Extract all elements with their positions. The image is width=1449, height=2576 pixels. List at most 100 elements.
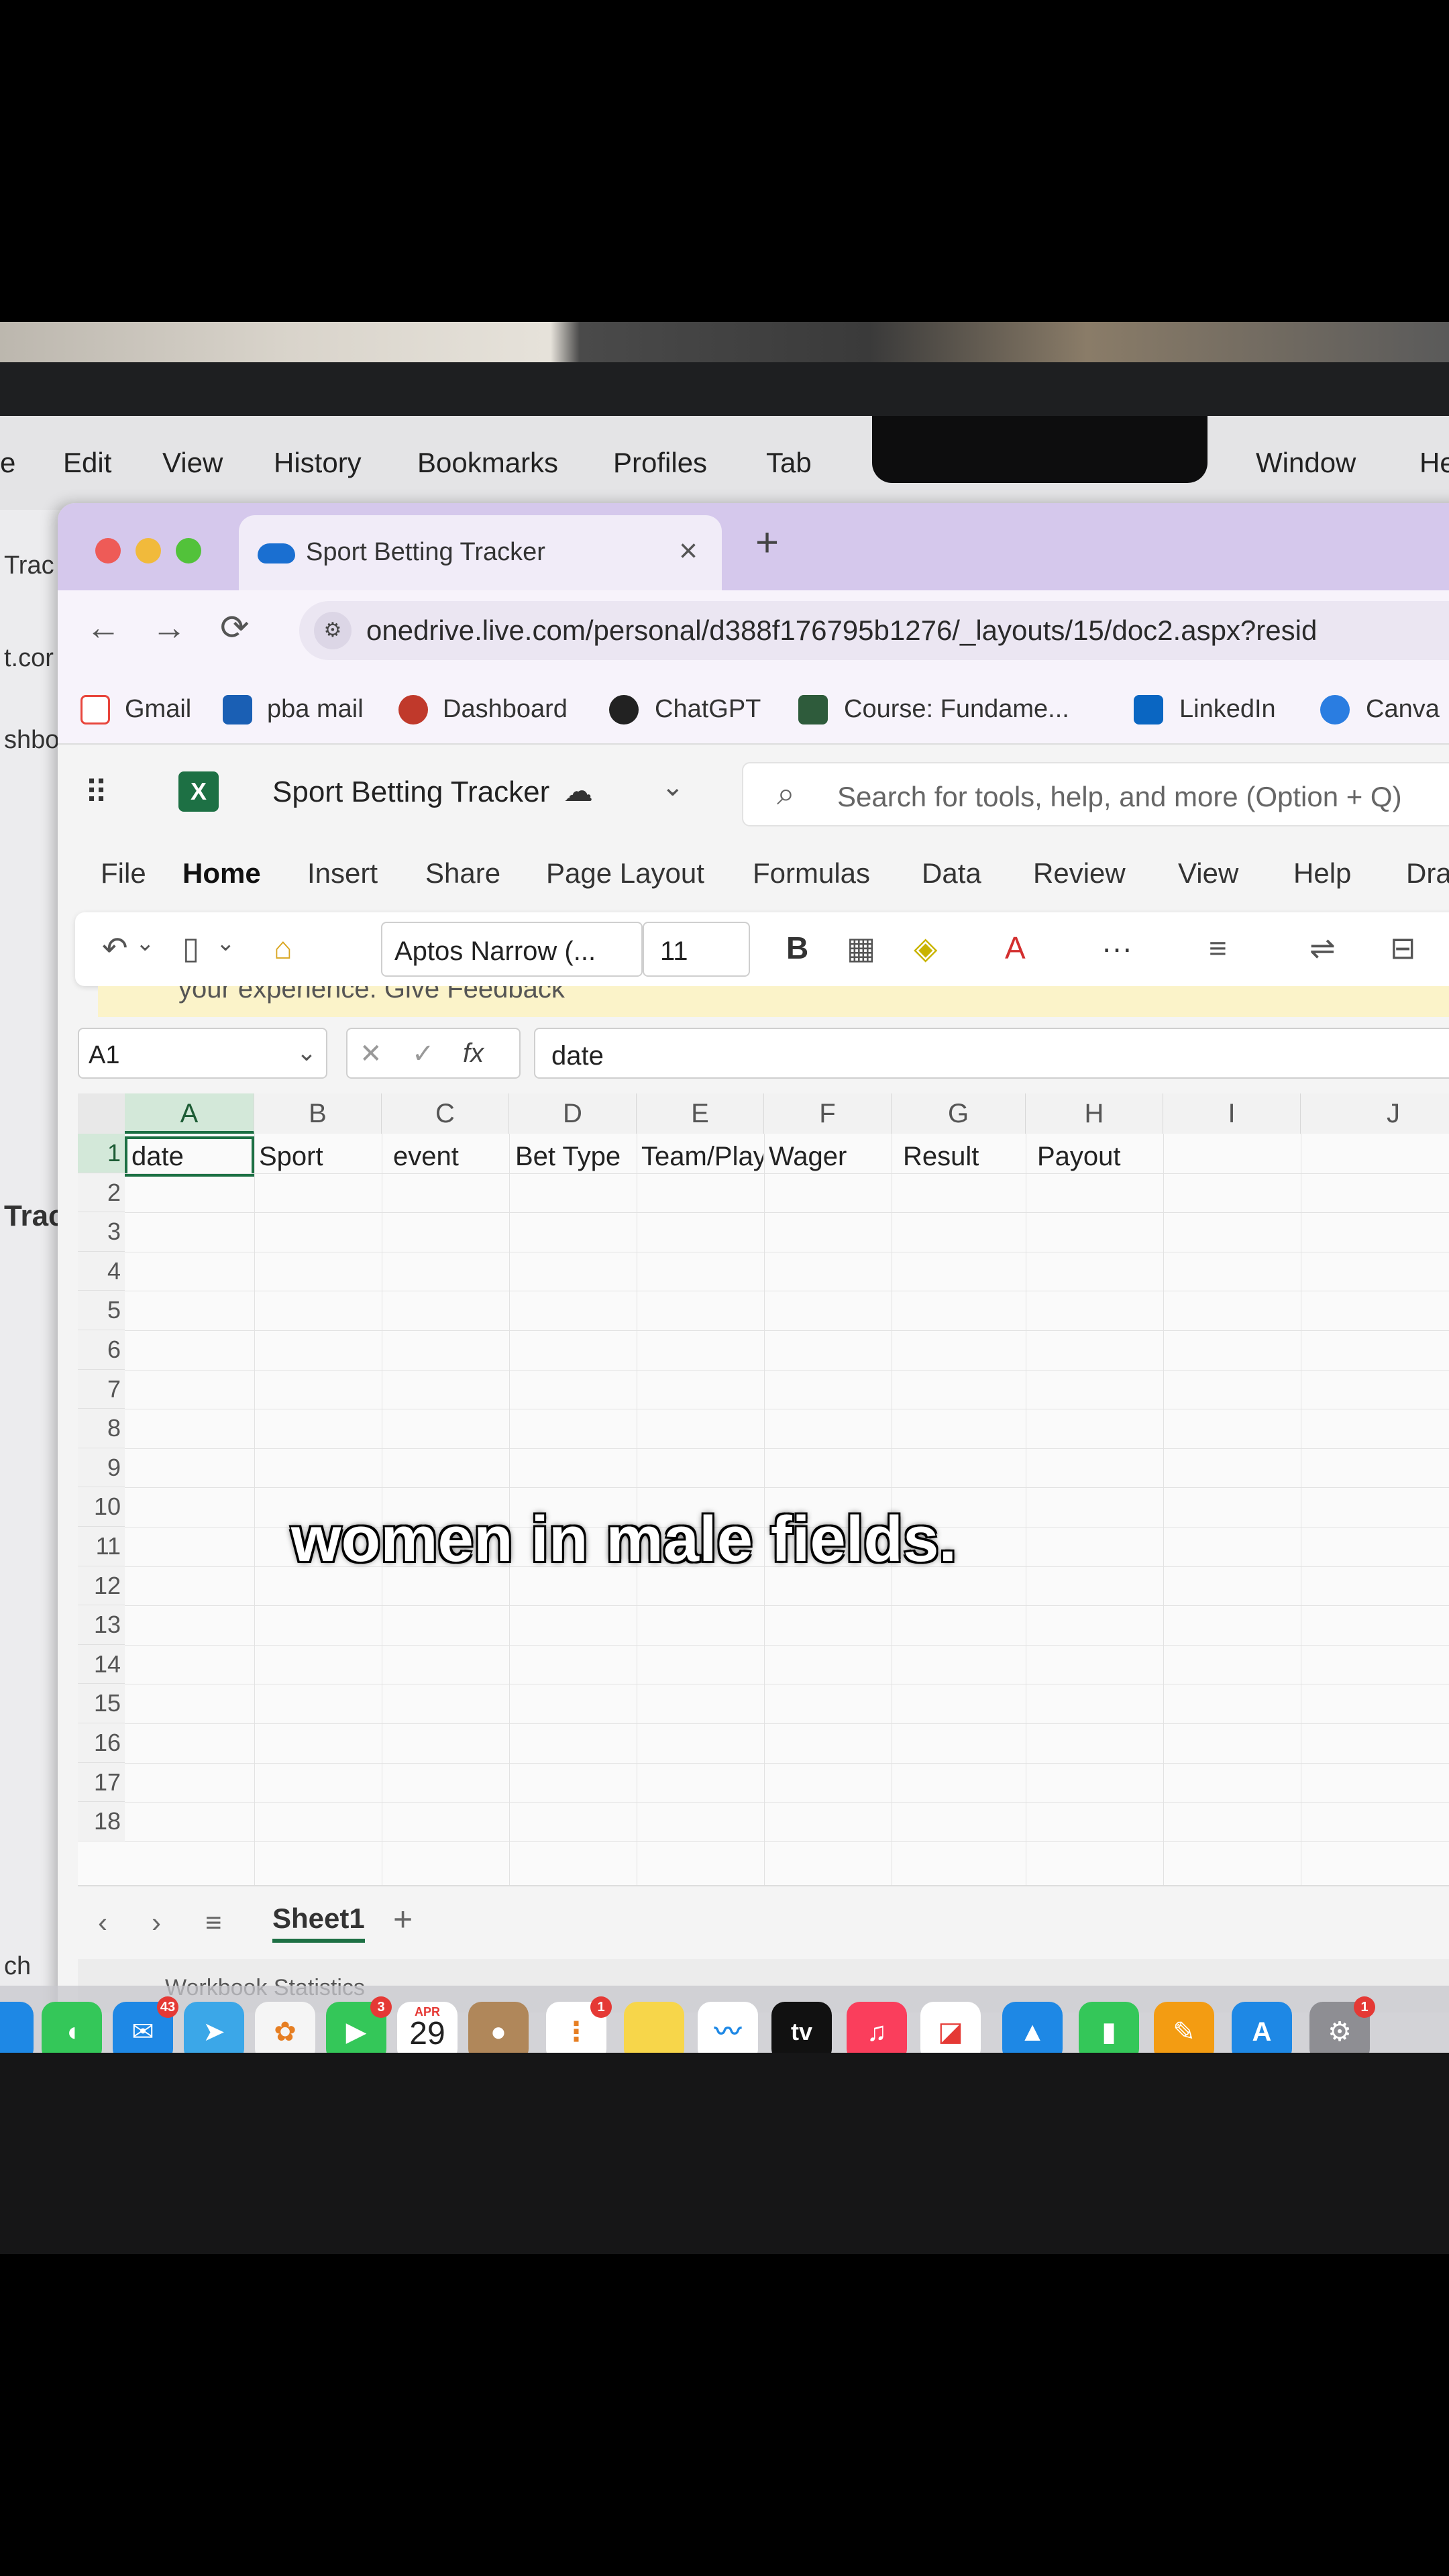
column-header-f[interactable]: F	[764, 1093, 892, 1134]
column-header-d[interactable]: D	[509, 1093, 637, 1134]
prev-sheet-chevron-icon[interactable]: ‹	[98, 1907, 107, 1939]
bookmark-chatgpt[interactable]: ChatGPT	[655, 695, 761, 724]
dock-freeform-icon[interactable]: 〰	[698, 2002, 758, 2053]
menu-item-window[interactable]: Window	[1256, 447, 1356, 479]
menu-item-profiles[interactable]: Profiles	[613, 447, 707, 479]
dock-contacts-icon[interactable]: ●	[468, 2002, 529, 2053]
dock-photos-icon[interactable]: ✿	[255, 2002, 315, 2053]
title-dropdown-chevron-icon[interactable]: ⌄	[661, 771, 684, 802]
bookmark-dashboard[interactable]: Dashboard	[443, 695, 568, 724]
dock-facetime-icon[interactable]: ▶ 3	[326, 1996, 392, 2053]
font-size-select[interactable]: 11	[643, 922, 750, 977]
forward-arrow-icon[interactable]: →	[152, 608, 186, 648]
cancel-entry-icon[interactable]: ✕	[360, 1038, 382, 1069]
bold-button[interactable]: B	[786, 930, 808, 966]
column-header-a[interactable]: A	[125, 1093, 254, 1134]
fill-color-icon[interactable]: ◈	[914, 930, 937, 966]
row-header-17[interactable]: 17	[78, 1762, 125, 1803]
paste-dropdown-chevron-icon[interactable]: ⌄	[216, 930, 235, 957]
menu-item-bookmarks[interactable]: Bookmarks	[417, 447, 558, 479]
ribbon-tab-data[interactable]: Data	[922, 857, 981, 890]
ribbon-tab-review[interactable]: Review	[1033, 857, 1126, 890]
fx-button[interactable]: fx	[463, 1038, 484, 1069]
dock-apple-tv-icon[interactable]: tv	[771, 2002, 832, 2053]
bookmark-pba-mail[interactable]: pba mail	[267, 695, 364, 724]
tab-close-icon[interactable]: ×	[679, 533, 698, 570]
ribbon-tab-insert[interactable]: Insert	[307, 857, 378, 890]
ribbon-tab-draw[interactable]: Dra	[1406, 857, 1449, 890]
ribbon-tab-share[interactable]: Share	[425, 857, 500, 890]
format-painter-icon[interactable]: ⌂	[274, 930, 292, 966]
menu-item-history[interactable]: History	[274, 447, 362, 479]
row-header-16[interactable]: 16	[78, 1723, 125, 1763]
cell-a1[interactable]: date	[131, 1142, 252, 1172]
wrap-text-icon[interactable]: ⇌	[1309, 930, 1336, 966]
ribbon-tab-help[interactable]: Help	[1293, 857, 1351, 890]
row-header-5[interactable]: 5	[78, 1291, 125, 1330]
name-box[interactable]: A1 ⌄	[78, 1028, 327, 1079]
dock-numbers-icon[interactable]: ▮	[1079, 2002, 1139, 2053]
add-sheet-button[interactable]: +	[393, 1900, 413, 1939]
bookmark-linkedin[interactable]: LinkedIn	[1179, 695, 1276, 724]
menu-item-file-partial[interactable]: e	[0, 447, 15, 479]
dock-music-icon[interactable]: ♫	[847, 2002, 907, 2053]
column-header-b[interactable]: B	[254, 1093, 382, 1134]
undo-icon[interactable]: ↶	[102, 930, 128, 966]
cell-g1[interactable]: Result	[903, 1142, 1024, 1172]
column-header-g[interactable]: G	[892, 1093, 1026, 1134]
cell-b1[interactable]: Sport	[259, 1142, 380, 1172]
row-header-7[interactable]: 7	[78, 1369, 125, 1409]
row-header-9[interactable]: 9	[78, 1448, 125, 1488]
cell-h1[interactable]: Payout	[1037, 1142, 1161, 1172]
dock-notes-icon[interactable]	[624, 2002, 684, 2053]
dock-calendar-icon[interactable]: APR 29	[397, 2002, 458, 2053]
undo-dropdown-chevron-icon[interactable]: ⌄	[136, 930, 155, 957]
row-header-6[interactable]: 6	[78, 1330, 125, 1370]
app-launcher-icon[interactable]: ⠿	[85, 774, 108, 812]
back-arrow-icon[interactable]: ←	[86, 608, 121, 648]
minimize-window-button[interactable]	[136, 538, 161, 564]
tab-sport-betting-tracker[interactable]: Sport Betting Tracker ×	[239, 515, 722, 590]
dock-settings-icon[interactable]: ⚙ 1	[1309, 1996, 1375, 2053]
menu-item-view[interactable]: View	[162, 447, 223, 479]
spreadsheet-grid[interactable]: A B C D E F G H I J date Sport event Bet…	[78, 1093, 1449, 1885]
new-tab-button[interactable]: +	[755, 519, 779, 566]
name-box-chevron-icon[interactable]: ⌄	[297, 1038, 317, 1067]
dock-safari-icon[interactable]	[0, 2002, 34, 2053]
bookmark-canva[interactable]: Canva	[1366, 695, 1440, 724]
more-options-button[interactable]: ···	[1102, 930, 1132, 966]
row-header-2[interactable]: 2	[78, 1173, 125, 1213]
dock-news-icon[interactable]: ◪	[920, 2002, 981, 2053]
url-field[interactable]: ⚙ onedrive.live.com/personal/d388f176795…	[299, 601, 1449, 660]
dock-reminders-icon[interactable]: ⋮ 1	[546, 1996, 612, 2053]
font-color-icon[interactable]: A	[1005, 930, 1026, 966]
row-header-1[interactable]: 1	[78, 1134, 125, 1173]
ribbon-tab-home[interactable]: Home	[182, 857, 261, 890]
dock-maps-icon[interactable]: ➤	[184, 2002, 244, 2053]
cell-d1[interactable]: Bet Type	[515, 1142, 636, 1172]
confirm-entry-icon[interactable]: ✓	[412, 1038, 435, 1069]
dock-messages-icon[interactable]: ◖	[42, 2002, 102, 2053]
document-title[interactable]: Sport Betting Tracker	[272, 775, 549, 809]
row-header-3[interactable]: 3	[78, 1212, 125, 1252]
all-sheets-menu-icon[interactable]: ≡	[205, 1907, 222, 1939]
column-header-h[interactable]: H	[1026, 1093, 1163, 1134]
search-box[interactable]: ⌕ Search for tools, help, and more (Opti…	[742, 762, 1449, 826]
ribbon-tab-page-layout[interactable]: Page Layout	[546, 857, 704, 890]
select-all-corner[interactable]	[78, 1093, 125, 1134]
dock-app-store-icon[interactable]: A	[1232, 2002, 1292, 2053]
ribbon-tab-view[interactable]: View	[1178, 857, 1238, 890]
formula-input[interactable]: date	[534, 1028, 1449, 1079]
paste-clipboard-icon[interactable]: ▯	[182, 930, 199, 966]
dock-keynote-icon[interactable]: ▲	[1002, 2002, 1063, 2053]
menu-item-help-partial[interactable]: He	[1419, 447, 1449, 479]
next-sheet-chevron-icon[interactable]: ›	[152, 1907, 161, 1939]
dock-pages-icon[interactable]: ✎	[1154, 2002, 1214, 2053]
ribbon-tab-formulas[interactable]: Formulas	[753, 857, 870, 890]
row-header-4[interactable]: 4	[78, 1251, 125, 1291]
reload-icon[interactable]: ⟳	[220, 608, 250, 648]
cell-f1[interactable]: Wager	[769, 1142, 890, 1172]
row-header-8[interactable]: 8	[78, 1409, 125, 1448]
dock-mail-icon[interactable]: ✉ 43	[113, 1996, 178, 2053]
bookmark-gmail[interactable]: Gmail	[125, 695, 191, 724]
